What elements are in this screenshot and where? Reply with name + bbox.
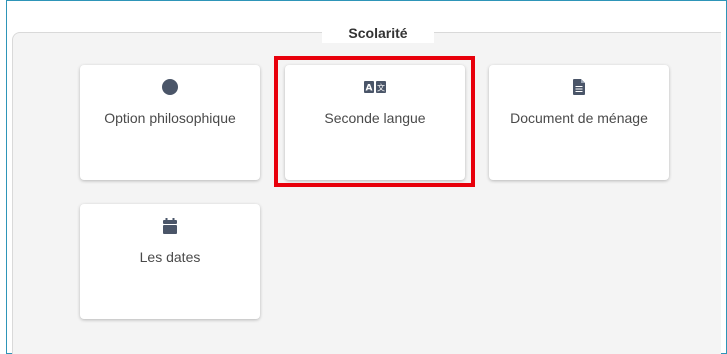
card-label: Les dates [139,249,201,265]
card-label: Option philosophique [104,110,236,126]
card-les-dates[interactable]: Les dates [80,204,260,319]
section-title: Scolarité [322,23,434,43]
card-seconde-langue[interactable]: A 文 Seconde langue [285,65,465,180]
svg-text:A: A [366,84,373,94]
card-option-philosophique[interactable]: Option philosophique [80,65,260,180]
calendar-icon [80,218,260,234]
language-icon: A 文 [285,79,465,95]
card-label: Seconde langue [324,110,426,126]
card-label: Document de ménage [510,110,648,126]
svg-text:文: 文 [377,83,385,93]
document-icon [489,79,669,95]
card-document-de-menage[interactable]: Document de ménage [489,65,669,180]
circle-icon [80,79,260,95]
